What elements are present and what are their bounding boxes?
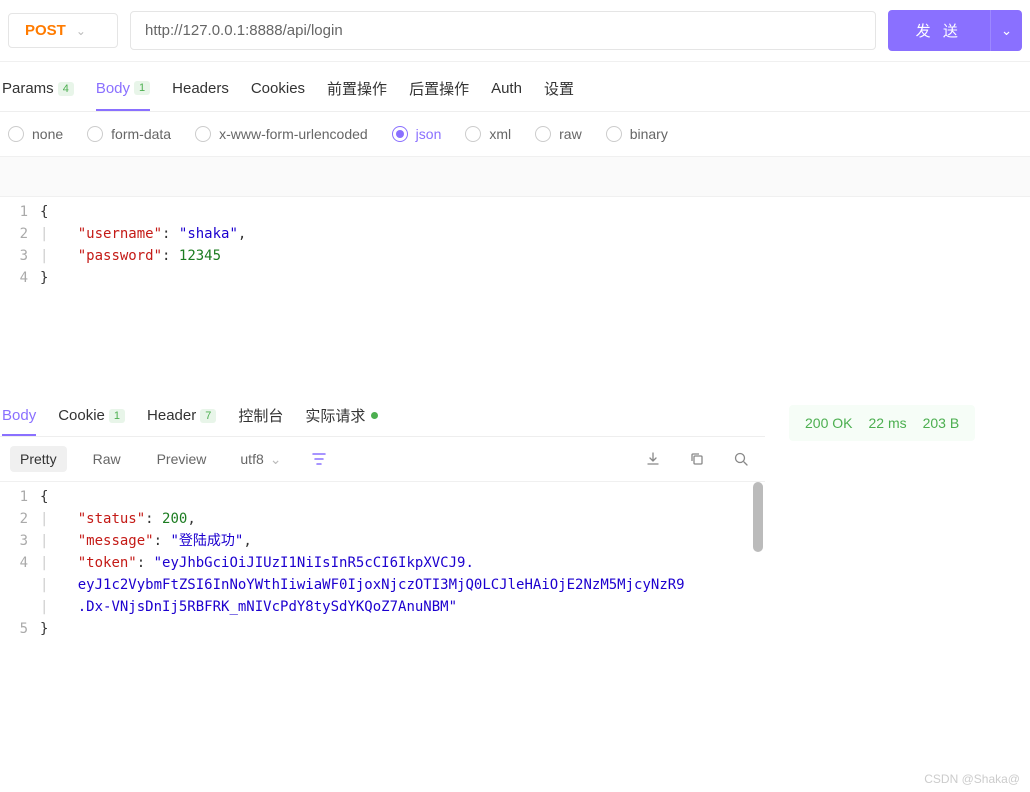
status-time: 22 ms (868, 415, 906, 431)
tab-cookies[interactable]: Cookies (251, 80, 305, 109)
header-count-badge: 7 (200, 409, 216, 423)
view-raw-button[interactable]: Raw (83, 446, 131, 472)
request-body-editor[interactable]: 1234 { | "username": "shaka", | "passwor… (0, 197, 1030, 377)
view-pretty-button[interactable]: Pretty (10, 446, 67, 472)
filter-icon[interactable] (305, 445, 333, 473)
chevron-down-icon: ⌄ (1001, 23, 1012, 38)
view-preview-button[interactable]: Preview (147, 446, 217, 472)
line-gutter: 12345 (0, 486, 40, 640)
body-type-binary[interactable]: binary (606, 126, 668, 142)
tab-pre-request[interactable]: 前置操作 (327, 78, 387, 111)
tab-params[interactable]: Params 4 (2, 80, 74, 109)
editor-toolbar-spacer (0, 157, 1030, 197)
request-bar: POST ⌄ 发 送 ⌄ (0, 0, 1030, 62)
download-icon[interactable] (639, 445, 667, 473)
status-size: 203 B (923, 415, 960, 431)
search-icon[interactable] (727, 445, 755, 473)
resp-tab-body[interactable]: Body (2, 407, 36, 436)
send-button[interactable]: 发 送 (888, 10, 990, 51)
params-count-badge: 4 (58, 82, 74, 96)
code-content: { | "status": 200, | "message": "登陆成功", … (40, 486, 765, 640)
response-status-panel: 200 OK 22 ms 203 B (765, 395, 999, 644)
status-dot-icon (371, 412, 378, 419)
resp-tab-console[interactable]: 控制台 (238, 405, 283, 436)
url-input[interactable] (130, 11, 876, 50)
body-type-selector: none form-data x-www-form-urlencoded jso… (0, 112, 1030, 157)
copy-icon[interactable] (683, 445, 711, 473)
body-type-json[interactable]: json (392, 126, 442, 142)
line-gutter: 1234 (0, 201, 40, 373)
tab-settings[interactable]: 设置 (544, 78, 574, 111)
cookie-count-badge: 1 (109, 409, 125, 423)
tab-post-request[interactable]: 后置操作 (409, 78, 469, 111)
resp-tab-cookie[interactable]: Cookie 1 (58, 407, 125, 434)
request-tabs: Params 4 Body 1 Headers Cookies 前置操作 后置操… (0, 62, 1030, 112)
response-body-editor[interactable]: 12345 { | "status": 200, | "message": "登… (0, 482, 765, 644)
code-content: { | "username": "shaka", | "password": 1… (40, 201, 1030, 373)
tab-auth[interactable]: Auth (491, 80, 522, 109)
status-summary: 200 OK 22 ms 203 B (789, 405, 975, 441)
encoding-select[interactable]: utf8 ⌄ (232, 447, 289, 472)
body-type-none[interactable]: none (8, 126, 63, 142)
scrollbar-thumb[interactable] (753, 482, 763, 552)
body-count-badge: 1 (134, 81, 150, 95)
watermark: CSDN @Shaka@ (924, 772, 1020, 786)
status-code: 200 OK (805, 415, 852, 431)
body-type-urlencoded[interactable]: x-www-form-urlencoded (195, 126, 368, 142)
body-type-form-data[interactable]: form-data (87, 126, 171, 142)
response-tabs: Body Cookie 1 Header 7 控制台 实际请求 (0, 395, 765, 437)
resp-tab-header[interactable]: Header 7 (147, 407, 216, 434)
body-type-xml[interactable]: xml (465, 126, 511, 142)
chevron-down-icon: ⌄ (76, 24, 86, 38)
send-button-group: 发 送 ⌄ (888, 10, 1022, 51)
response-toolbar: Pretty Raw Preview utf8 ⌄ (0, 437, 765, 482)
tab-headers[interactable]: Headers (172, 80, 229, 109)
body-type-raw[interactable]: raw (535, 126, 582, 142)
send-more-button[interactable]: ⌄ (990, 10, 1022, 51)
chevron-down-icon: ⌄ (270, 451, 282, 468)
resp-tab-actual-request[interactable]: 实际请求 (305, 405, 378, 436)
method-label: POST (25, 22, 66, 39)
tab-body[interactable]: Body 1 (96, 80, 150, 111)
response-section: Body Cookie 1 Header 7 控制台 实际请求 Pretty R… (0, 395, 1030, 644)
http-method-select[interactable]: POST ⌄ (8, 13, 118, 48)
